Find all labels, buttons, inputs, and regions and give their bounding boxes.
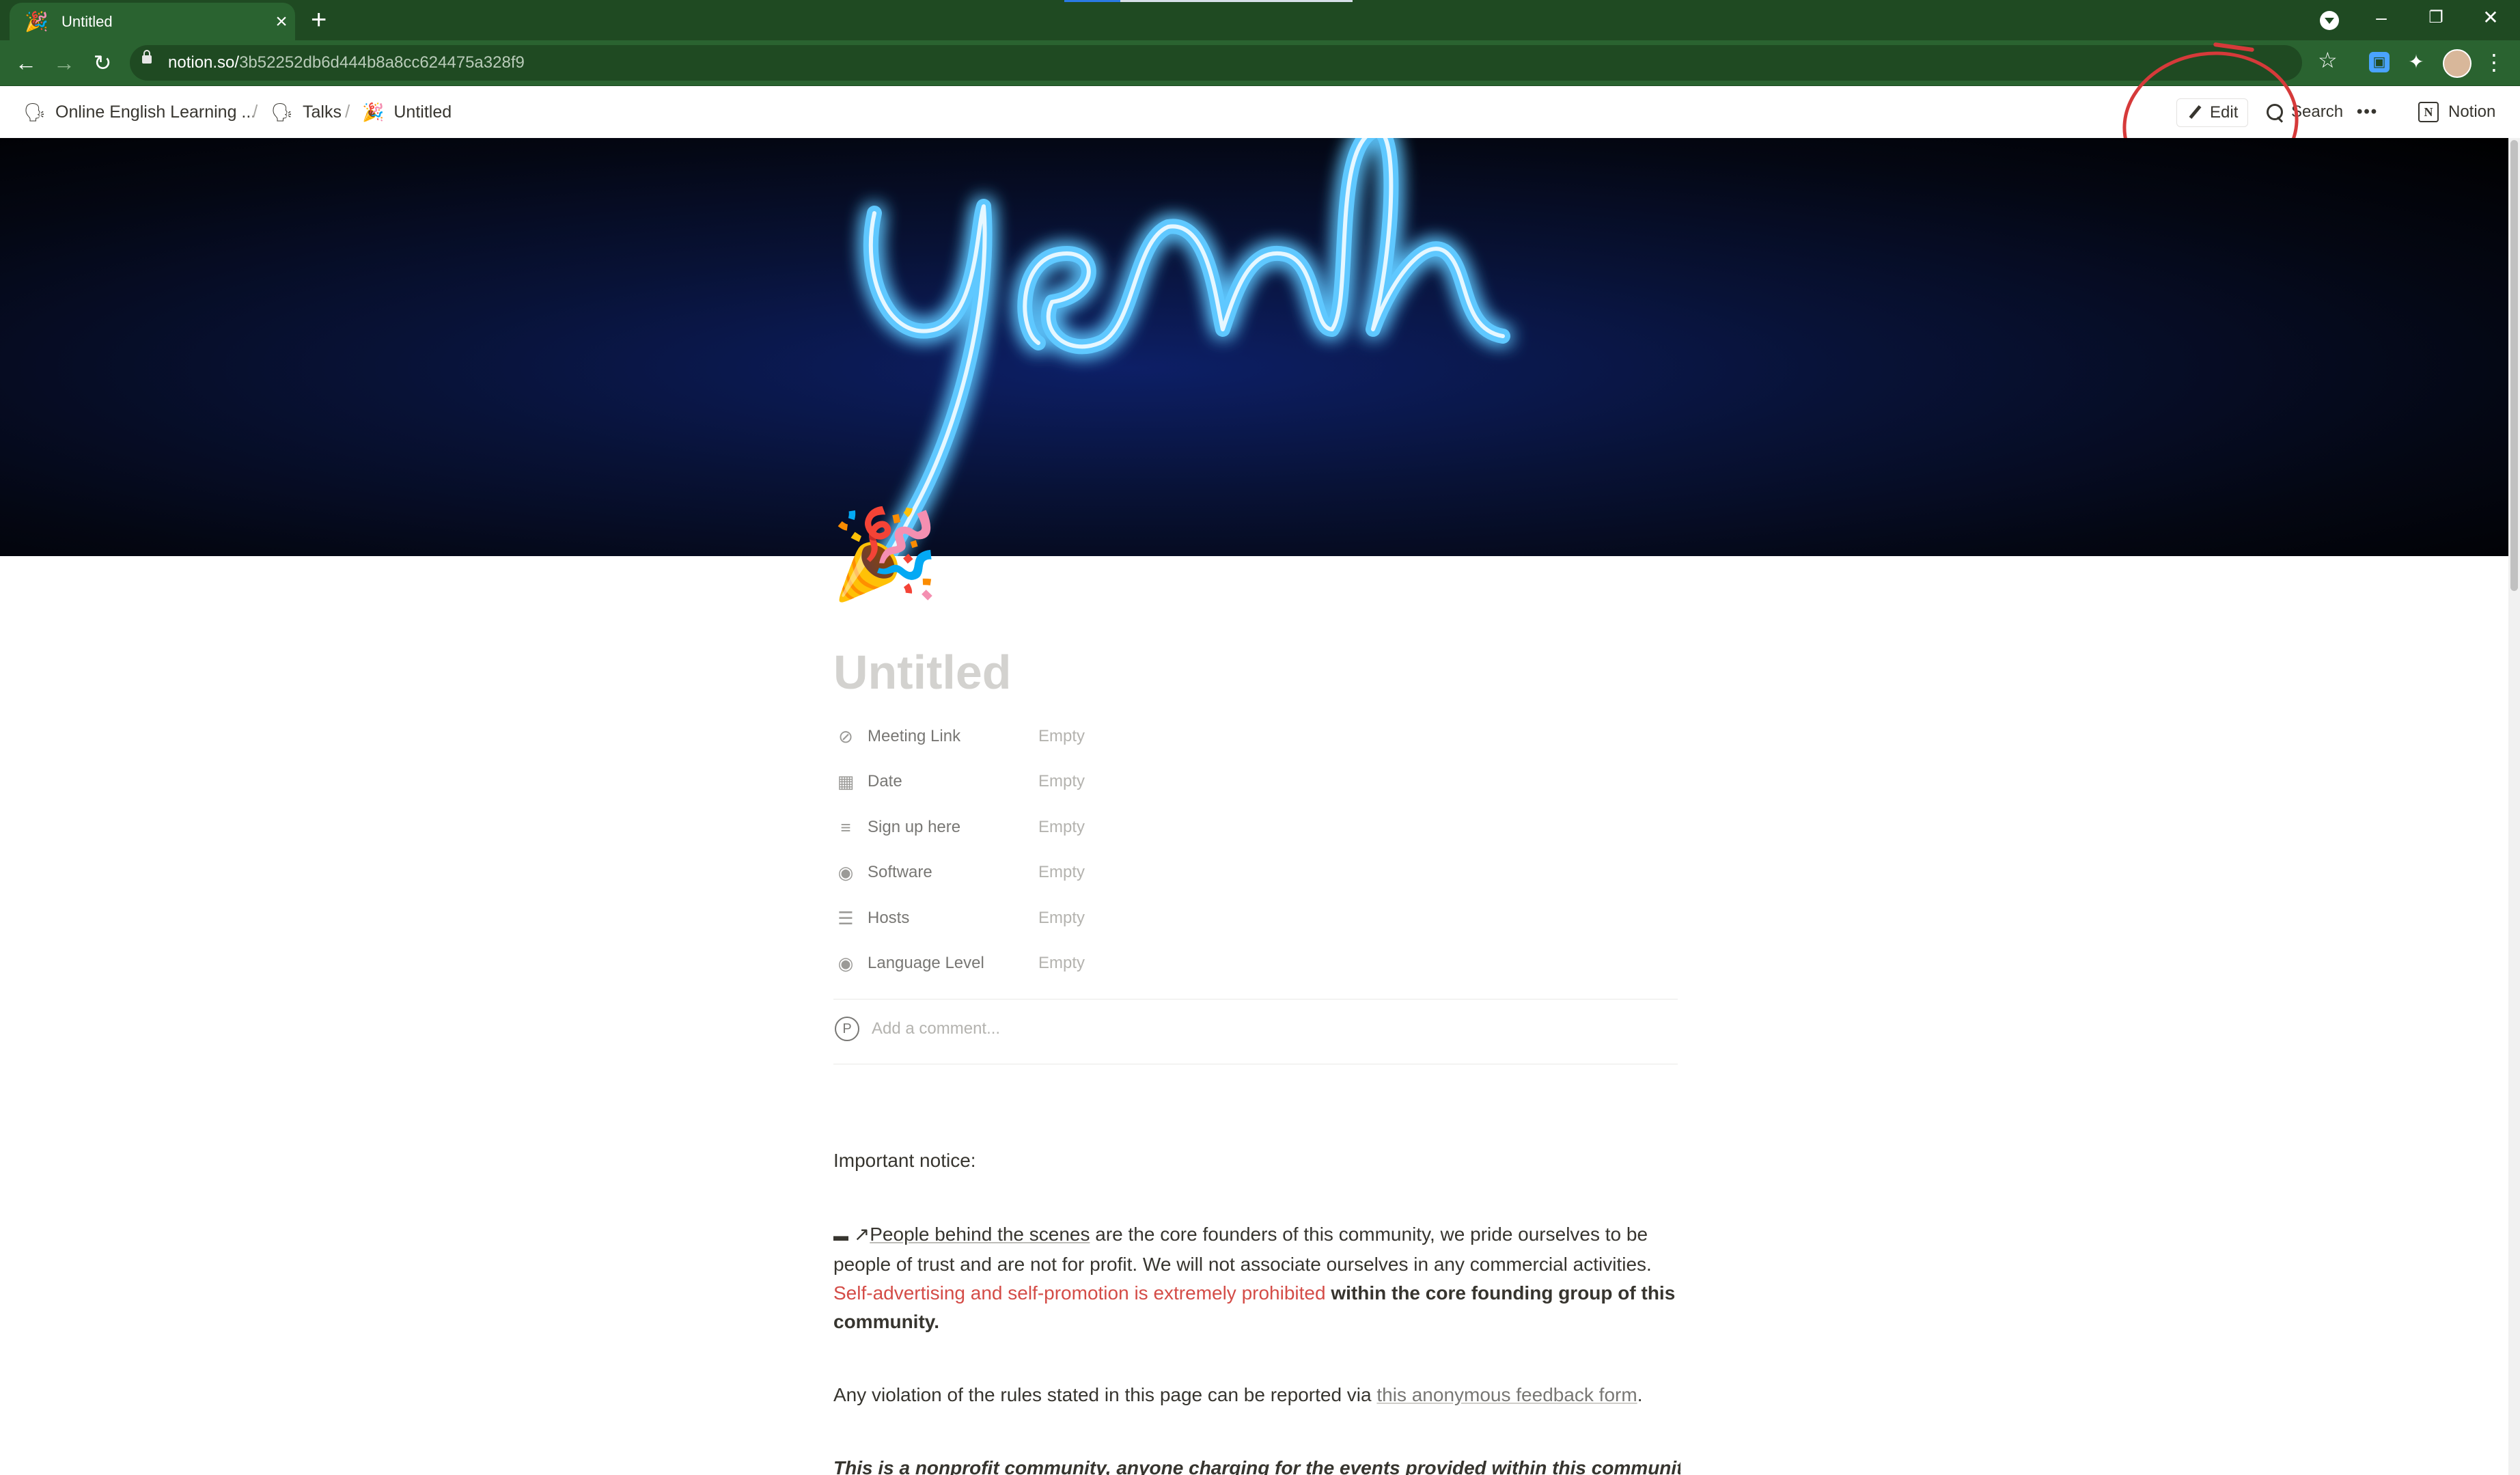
close-tab-icon[interactable]: × [268,10,295,33]
page-title[interactable]: Untitled [833,645,1012,700]
property-name: Hosts [868,909,910,927]
list-icon: ☰ [837,908,854,928]
new-tab-button[interactable]: + [311,5,327,35]
browser-tab-strip: 🎉 Untitled × + – ❐ ✕ [0,0,2520,40]
forward-arrow-icon[interactable]: → [49,48,79,78]
neon-sign-illustration [863,138,1510,556]
comment-bar[interactable]: P Add a comment... [835,1017,1000,1041]
comment-input[interactable]: Add a comment... [872,1019,1000,1038]
paragraph-text: . [1637,1384,1643,1405]
property-value[interactable]: Empty [1038,727,1085,746]
close-window-button[interactable]: ✕ [2470,4,2511,31]
chrome-menu-icon[interactable]: ⋮ [2483,49,2505,75]
property-name: Date [868,772,902,790]
profile-avatar[interactable] [2443,49,2471,78]
tab-search-icon[interactable] [2320,11,2339,30]
property-value[interactable]: Empty [1038,818,1085,837]
property-name: Software [868,863,932,881]
paragraph-founders: ▬ ↗People behind the scenes are the core… [833,1220,1680,1336]
calendar-icon: ▦ [837,771,855,792]
bookmark-star-icon[interactable]: ☆ [2318,47,2338,73]
back-arrow-icon[interactable]: ← [11,48,41,78]
property-software[interactable]: ◉ Software Empty [835,851,1682,894]
paragraph-report: Any violation of the rules stated in thi… [833,1381,1680,1409]
page-link-icon: ▬ [833,1227,848,1244]
prohibition-text: Self-advertising and self-promotion is e… [833,1282,1326,1304]
paragraph-italic-text: This is a nonprofit community, anyone ch… [833,1457,1680,1475]
minimize-button[interactable]: – [2361,4,2402,31]
property-name: Meeting Link [868,727,961,745]
select-icon: ◉ [837,953,854,974]
property-value[interactable]: Empty [1038,954,1085,973]
party-popper-icon: 🎉 [362,101,385,122]
property-hosts[interactable]: ☰ Hosts Empty [835,896,1682,940]
divider [833,999,1678,1000]
property-sign-up[interactable]: ≡ Sign up here Empty [835,805,1682,849]
scrollbar-thumb[interactable] [2510,140,2518,591]
paragraph-text: Any violation of the rules stated in thi… [833,1384,1377,1405]
breadcrumb-item-workspace[interactable]: 🗣 Online English Learning ... [23,100,255,124]
loading-track [1120,0,1353,2]
lock-icon [142,50,152,64]
property-date[interactable]: ▦ Date Empty [835,760,1682,803]
browser-toolbar: ← → ↻ notion.so/3b52252db6d444b8a8cc6244… [0,40,2520,86]
breadcrumb-item-untitled[interactable]: 🎉 Untitled [362,100,452,124]
extension-icon[interactable]: ▣ [2369,52,2390,72]
property-value[interactable]: Empty [1038,863,1085,882]
property-value[interactable]: Empty [1038,909,1085,928]
puzzle-icon[interactable]: ✦ [2406,52,2426,72]
notion-brand-label: Notion [2448,102,2496,121]
speaking-head-icon: 🗣 [23,101,46,122]
link-arrow-icon: ↗ [853,1224,870,1245]
search-label: Search [2291,102,2344,121]
property-value[interactable]: Empty [1038,772,1085,791]
address-bar[interactable]: notion.so/3b52252db6d444b8a8cc624475a328… [130,45,2302,81]
more-options-button[interactable]: ••• [2357,98,2378,126]
people-behind-scenes-link[interactable]: People behind the scenes [870,1224,1090,1245]
select-icon: ◉ [837,862,854,883]
breadcrumb-label: Online English Learning ... [55,102,256,122]
property-language-level[interactable]: ◉ Language Level Empty [835,941,1682,985]
property-name: Language Level [868,954,984,972]
breadcrumb-label: Talks [303,102,342,122]
loading-indicator [1064,0,1120,2]
user-avatar: P [835,1017,859,1041]
notice-heading: Important notice: [833,1150,976,1171]
notion-logo-icon: N [2418,102,2439,122]
notion-brand-button[interactable]: N Notion [2418,98,2495,126]
link-icon: ⊘ [838,726,853,747]
breadcrumb-separator: / [253,101,258,122]
restore-button[interactable]: ❐ [2415,4,2456,31]
breadcrumb-label: Untitled [393,102,452,122]
url-text: notion.so/3b52252db6d444b8a8cc624475a328… [168,53,525,72]
page-cover-image[interactable] [0,138,2508,556]
party-popper-icon: 🎉 [25,10,49,32]
text-icon: ≡ [840,817,851,838]
property-meeting-link[interactable]: ⊘ Meeting Link Empty [835,715,1682,758]
property-name: Sign up here [868,818,961,836]
speaking-head-icon: 🗣 [271,101,294,122]
feedback-form-link[interactable]: this anonymous feedback form [1376,1384,1637,1405]
breadcrumb-item-talks[interactable]: 🗣 Talks [271,100,342,124]
reload-icon[interactable]: ↻ [87,48,117,78]
page-icon[interactable]: 🎉 [831,507,939,603]
tab-title: Untitled [61,12,113,30]
paragraph-nonprofit: This is a nonprofit community, anyone ch… [833,1454,1680,1475]
breadcrumb-separator: / [345,101,350,122]
browser-tab[interactable]: 🎉 Untitled × [10,3,295,40]
